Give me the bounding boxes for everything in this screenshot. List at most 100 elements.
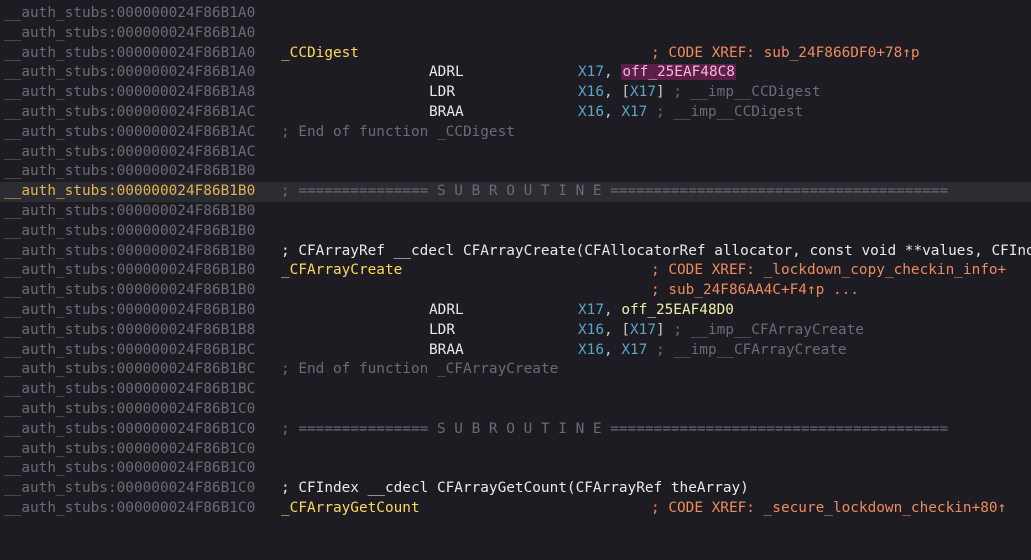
line-address[interactable]: __auth_stubs:000000024F86B1B0: [4, 222, 255, 242]
line-address[interactable]: __auth_stubs:000000024F86B1BC: [4, 360, 255, 380]
line-address[interactable]: __auth_stubs:000000024F86B1B0: [4, 182, 255, 202]
line-address[interactable]: __auth_stubs:000000024F86B1BC: [4, 341, 255, 361]
listing-line[interactable]: __auth_stubs:000000024F86B1B0 _CFArrayCre…: [0, 261, 1031, 281]
listing-line[interactable]: __auth_stubs:000000024F86B1AC BRAA X16, X1…: [0, 103, 1031, 123]
line-address[interactable]: __auth_stubs:000000024F86B1A8: [4, 83, 255, 103]
listing-line[interactable]: __auth_stubs:000000024F86B1B0: [0, 202, 1031, 222]
line-address[interactable]: __auth_stubs:000000024F86B1AC: [4, 123, 255, 143]
listing-line[interactable]: __auth_stubs:000000024F86B1AC ; End of fu…: [0, 123, 1031, 143]
code-xref-comment[interactable]: ; CODE XREF: sub_24F866DF0+78↑p: [651, 44, 920, 64]
listing-line[interactable]: __auth_stubs:000000024F86B1BC: [0, 380, 1031, 400]
listing-line[interactable]: __auth_stubs:000000024F86B1A0 _CCDigest ; …: [0, 44, 1031, 64]
instruction-mnemonic[interactable]: LDR: [429, 321, 455, 341]
line-address[interactable]: __auth_stubs:000000024F86B1A0: [4, 44, 255, 64]
instruction-operands[interactable]: X16, [X17] ; __imp__CCDigest: [578, 83, 821, 103]
line-address[interactable]: __auth_stubs:000000024F86B1BC: [4, 380, 255, 400]
instruction-operands[interactable]: X17, off_25EAF48C8: [578, 63, 736, 83]
register-operand[interactable]: X16: [578, 342, 604, 358]
register-operand[interactable]: X17: [621, 342, 647, 358]
function-label[interactable]: _CFArrayCreate: [281, 261, 402, 281]
listing-line[interactable]: __auth_stubs:000000024F86B1B0 ; CFArrayRe…: [0, 242, 1031, 262]
instruction-operands[interactable]: X16, [X17] ; __imp__CFArrayCreate: [578, 321, 864, 341]
line-address[interactable]: __auth_stubs:000000024F86B1C0: [4, 459, 255, 479]
listing-line[interactable]: __auth_stubs:000000024F86B1AC: [0, 143, 1031, 163]
instruction-mnemonic[interactable]: BRAA: [429, 103, 464, 123]
function-label[interactable]: _CCDigest: [281, 44, 359, 64]
line-address[interactable]: __auth_stubs:000000024F86B1B0: [4, 202, 255, 222]
data-reference[interactable]: off_25EAF48D0: [621, 302, 734, 318]
register-operand[interactable]: X16: [578, 84, 604, 100]
listing-line[interactable]: __auth_stubs:000000024F86B1C0: [0, 440, 1031, 460]
import-comment: ; __imp__CFArrayCreate: [647, 341, 847, 358]
instruction-mnemonic[interactable]: ADRL: [429, 301, 464, 321]
listing-line[interactable]: __auth_stubs:000000024F86B1B0 ; sub_24F86…: [0, 281, 1031, 301]
import-comment: ; __imp__CFArrayCreate: [664, 321, 864, 338]
register-operand[interactable]: X16: [578, 104, 604, 120]
instruction-operands[interactable]: X17, off_25EAF48D0: [578, 301, 734, 321]
instruction-operands[interactable]: X16, X17 ; __imp__CFArrayCreate: [578, 341, 847, 361]
bracket-close: ]: [656, 84, 665, 101]
register-operand[interactable]: X17: [578, 302, 604, 318]
line-address[interactable]: __auth_stubs:000000024F86B1C0: [4, 420, 255, 440]
line-address[interactable]: __auth_stubs:000000024F86B1A0: [4, 24, 255, 44]
listing-line[interactable]: __auth_stubs:000000024F86B1A0: [0, 24, 1031, 44]
line-address[interactable]: __auth_stubs:000000024F86B1C0: [4, 499, 255, 519]
line-address[interactable]: __auth_stubs:000000024F86B1AC: [4, 143, 255, 163]
instruction-mnemonic[interactable]: BRAA: [429, 341, 464, 361]
instruction-operands[interactable]: X16, X17 ; __imp__CCDigest: [578, 103, 803, 123]
line-address[interactable]: __auth_stubs:000000024F86B1C0: [4, 479, 255, 499]
bracket-open: [: [621, 321, 630, 338]
disassembly-listing[interactable]: __auth_stubs:000000024F86B1A0 __auth_stub…: [0, 0, 1031, 560]
listing-line[interactable]: __auth_stubs:000000024F86B1A0 ADRL X17, of…: [0, 63, 1031, 83]
line-address[interactable]: __auth_stubs:000000024F86B1B0: [4, 242, 255, 262]
bracket-open: [: [621, 84, 630, 101]
operand-separator: ,: [604, 341, 622, 358]
line-comment: ; =============== S U B R O U T I N E ==…: [281, 183, 949, 200]
listing-line[interactable]: __auth_stubs:000000024F86B1B0 ADRL X17, of…: [0, 301, 1031, 321]
listing-line[interactable]: __auth_stubs:000000024F86B1C0 ; =========…: [0, 420, 1031, 440]
listing-line[interactable]: __auth_stubs:000000024F86B1BC BRAA X16, X1…: [0, 341, 1031, 361]
listing-line[interactable]: __auth_stubs:000000024F86B1A0: [0, 4, 1031, 24]
operand-separator: ,: [604, 84, 622, 101]
line-comment: ; =============== S U B R O U T I N E ==…: [281, 420, 949, 437]
line-address[interactable]: __auth_stubs:000000024F86B1B0: [4, 281, 255, 301]
line-address[interactable]: __auth_stubs:000000024F86B1B0: [4, 261, 255, 281]
register-operand[interactable]: X16: [578, 322, 604, 338]
line-address[interactable]: __auth_stubs:000000024F86B1C0: [4, 400, 255, 420]
register-operand[interactable]: X17: [630, 322, 656, 338]
line-comment: ; End of function _CFArrayCreate: [281, 361, 559, 378]
highlighted-data-reference[interactable]: off_25EAF48C8: [621, 64, 736, 81]
register-operand[interactable]: X17: [621, 104, 647, 120]
listing-line[interactable]: __auth_stubs:000000024F86B1C0: [0, 459, 1031, 479]
line-address[interactable]: __auth_stubs:000000024F86B1A0: [4, 4, 255, 24]
function-prototype: ; CFIndex __cdecl CFArrayGetCount(CFArra…: [281, 480, 749, 497]
code-xref-comment[interactable]: ; CODE XREF: _secure_lockdown_checkin+80…: [651, 499, 1006, 519]
line-address[interactable]: __auth_stubs:000000024F86B1B0: [4, 162, 255, 182]
operand-separator: ,: [604, 64, 622, 81]
line-comment: ; End of function _CCDigest: [281, 123, 515, 140]
code-xref-comment[interactable]: ; sub_24F86AA4C+F4↑p ...: [651, 281, 859, 301]
listing-line[interactable]: __auth_stubs:000000024F86B1C0 ; CFIndex _…: [0, 479, 1031, 499]
listing-line[interactable]: __auth_stubs:000000024F86B1B0: [0, 162, 1031, 182]
line-address[interactable]: __auth_stubs:000000024F86B1B0: [4, 301, 255, 321]
listing-line[interactable]: __auth_stubs:000000024F86B1B0: [0, 222, 1031, 242]
listing-line[interactable]: __auth_stubs:000000024F86B1C0: [0, 400, 1031, 420]
register-operand[interactable]: X17: [630, 84, 656, 100]
listing-line[interactable]: __auth_stubs:000000024F86B1A8 LDR X16, [X1…: [0, 83, 1031, 103]
instruction-mnemonic[interactable]: LDR: [429, 83, 455, 103]
listing-line[interactable]: __auth_stubs:000000024F86B1B8 LDR X16, [X1…: [0, 321, 1031, 341]
import-comment: ; __imp__CCDigest: [647, 103, 804, 120]
operand-separator: ,: [604, 103, 622, 120]
line-address[interactable]: __auth_stubs:000000024F86B1A0: [4, 63, 255, 83]
instruction-mnemonic[interactable]: ADRL: [429, 63, 464, 83]
listing-line[interactable]: __auth_stubs:000000024F86B1C0 _CFArrayGet…: [0, 499, 1031, 519]
line-address[interactable]: __auth_stubs:000000024F86B1B8: [4, 321, 255, 341]
listing-line[interactable]: __auth_stubs:000000024F86B1B0 ; =========…: [0, 182, 1031, 202]
function-label[interactable]: _CFArrayGetCount: [281, 499, 420, 519]
listing-line[interactable]: __auth_stubs:000000024F86B1BC ; End of fu…: [0, 360, 1031, 380]
code-xref-comment[interactable]: ; CODE XREF: _lockdown_copy_checkin_info…: [651, 261, 1006, 281]
bracket-close: ]: [656, 321, 665, 338]
line-address[interactable]: __auth_stubs:000000024F86B1AC: [4, 103, 255, 123]
line-address[interactable]: __auth_stubs:000000024F86B1C0: [4, 440, 255, 460]
register-operand[interactable]: X17: [578, 64, 604, 80]
